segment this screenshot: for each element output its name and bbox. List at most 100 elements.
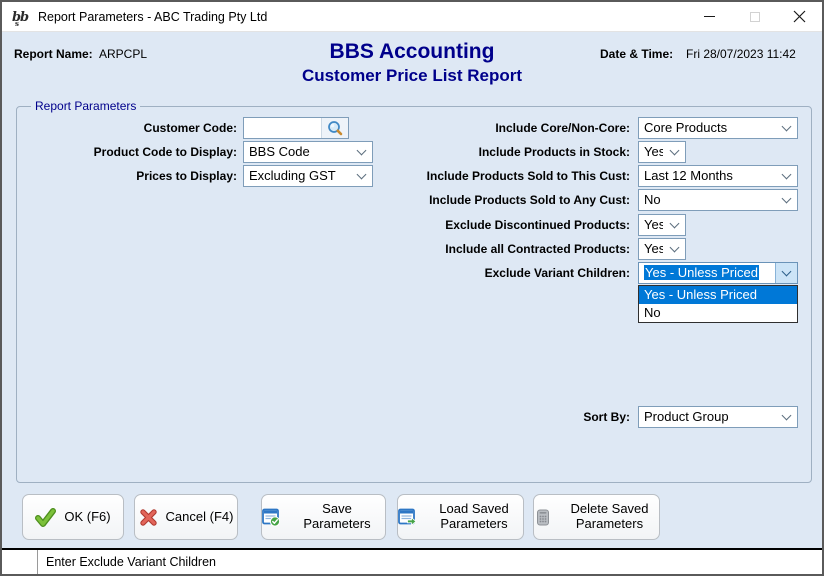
sold-this-cust-row: Include Products Sold to This Cust: Last…	[372, 165, 798, 187]
close-icon	[793, 10, 806, 23]
exclude-variant-children-row: Exclude Variant Children: Yes - Unless P…	[372, 262, 798, 284]
close-button[interactable]	[777, 2, 822, 32]
prices-select[interactable]: Excluding GST	[243, 165, 373, 187]
datetime-label: Date & Time:	[600, 47, 673, 61]
sort-by-row: Sort By: Product Group	[372, 406, 798, 428]
bbs-app-icon: b b s	[11, 7, 31, 27]
chevron-down-icon	[356, 169, 366, 179]
product-code-dropdown-button[interactable]	[350, 142, 372, 162]
svg-text:b: b	[20, 10, 29, 25]
status-message: Enter Exclude Variant Children	[38, 550, 216, 574]
sort-by-value: Product Group	[639, 407, 775, 427]
minimize-button[interactable]	[687, 2, 732, 32]
prices-row: Prices to Display: Excluding GST	[32, 165, 373, 187]
prices-label: Prices to Display:	[32, 169, 237, 183]
chevron-down-icon	[782, 266, 792, 276]
groupbox-label: Report Parameters	[31, 99, 140, 113]
sold-any-cust-value: No	[639, 190, 775, 210]
chevron-down-icon	[669, 242, 679, 252]
sold-any-cust-dropdown-button[interactable]	[775, 190, 797, 210]
exclude-variant-children-select[interactable]: Yes - Unless Priced	[638, 262, 798, 284]
red-cross-icon	[139, 508, 158, 527]
chevron-down-icon	[781, 169, 791, 179]
sort-by-dropdown-button[interactable]	[775, 407, 797, 427]
contracted-products-select[interactable]: Yes	[638, 238, 686, 260]
products-in-stock-dropdown-button[interactable]	[663, 142, 685, 162]
products-in-stock-select[interactable]: Yes	[638, 141, 686, 163]
exclude-discontinued-dropdown-button[interactable]	[663, 215, 685, 235]
chevron-down-icon	[669, 218, 679, 228]
maximize-icon	[750, 12, 760, 22]
exclude-variant-children-dropdown-list: Yes - Unless Priced No	[638, 285, 798, 323]
delete-saved-parameters-button-label: Delete Saved Parameters	[560, 502, 659, 532]
report-parameters-window: b b s Report Parameters - ABC Trading Pt…	[0, 0, 824, 576]
dropdown-option-yes-unless-priced[interactable]: Yes - Unless Priced	[639, 286, 797, 304]
ok-button-label: OK (F6)	[64, 510, 110, 525]
exclude-discontinued-row: Exclude Discontinued Products: Yes	[372, 214, 686, 236]
core-noncore-dropdown-button[interactable]	[775, 118, 797, 138]
chevron-down-icon	[356, 145, 366, 155]
product-code-row: Product Code to Display: BBS Code	[32, 141, 373, 163]
window-title: Report Parameters - ABC Trading Pty Ltd	[38, 10, 267, 24]
customer-code-field	[243, 117, 349, 139]
sold-any-cust-row: Include Products Sold to Any Cust: No	[372, 189, 798, 211]
contracted-products-label: Include all Contracted Products:	[372, 242, 630, 256]
products-in-stock-label: Include Products in Stock:	[372, 145, 630, 159]
datetime-value: Fri 28/07/2023 11:42	[686, 47, 796, 61]
core-noncore-row: Include Core/Non-Core: Core Products	[372, 117, 798, 139]
load-saved-parameters-button[interactable]: Load Saved Parameters	[397, 494, 524, 540]
product-code-label: Product Code to Display:	[32, 145, 237, 159]
exclude-variant-children-value: Yes - Unless Priced	[644, 265, 759, 280]
prices-dropdown-button[interactable]	[350, 166, 372, 186]
customer-code-input[interactable]	[244, 118, 321, 138]
exclude-discontinued-value: Yes	[639, 215, 663, 235]
svg-text:s: s	[15, 19, 19, 27]
customer-code-search-button[interactable]	[321, 118, 348, 138]
chevron-down-icon	[669, 145, 679, 155]
sold-any-cust-select[interactable]: No	[638, 189, 798, 211]
sold-this-cust-value: Last 12 Months	[639, 166, 775, 186]
save-disk-arrow-icon	[398, 508, 417, 527]
sold-this-cust-select[interactable]: Last 12 Months	[638, 165, 798, 187]
exclude-variant-children-label: Exclude Variant Children:	[372, 266, 630, 280]
save-disk-check-icon	[262, 508, 281, 527]
status-bar: Enter Exclude Variant Children	[2, 548, 822, 574]
product-code-value: BBS Code	[244, 142, 350, 162]
sort-by-label: Sort By:	[372, 410, 630, 424]
delete-saved-parameters-button[interactable]: Delete Saved Parameters	[533, 494, 660, 540]
core-noncore-select[interactable]: Core Products	[638, 117, 798, 139]
customer-code-label: Customer Code:	[32, 121, 237, 135]
load-saved-parameters-button-label: Load Saved Parameters	[425, 502, 523, 532]
maximize-button	[732, 2, 777, 32]
customer-code-row: Customer Code:	[32, 117, 349, 139]
exclude-discontinued-label: Exclude Discontinued Products:	[372, 218, 630, 232]
chevron-down-icon	[781, 410, 791, 420]
sold-this-cust-label: Include Products Sold to This Cust:	[372, 169, 630, 183]
sort-by-select[interactable]: Product Group	[638, 406, 798, 428]
products-in-stock-row: Include Products in Stock: Yes	[372, 141, 686, 163]
status-bar-cell	[2, 550, 38, 574]
ok-button[interactable]: OK (F6)	[22, 494, 124, 540]
prices-value: Excluding GST	[244, 166, 350, 186]
exclude-variant-children-dropdown-button[interactable]	[775, 263, 797, 283]
minimize-icon	[704, 16, 715, 17]
save-parameters-button-label: Save Parameters	[289, 502, 385, 532]
products-in-stock-value: Yes	[639, 142, 663, 162]
contracted-products-dropdown-button[interactable]	[663, 239, 685, 259]
exclude-discontinued-select[interactable]: Yes	[638, 214, 686, 236]
contracted-products-row: Include all Contracted Products: Yes	[372, 238, 686, 260]
contracted-products-value: Yes	[639, 239, 663, 259]
cancel-button[interactable]: Cancel (F4)	[134, 494, 238, 540]
title-bar: b b s Report Parameters - ABC Trading Pt…	[2, 2, 822, 32]
product-code-select[interactable]: BBS Code	[243, 141, 373, 163]
delete-bin-icon	[534, 508, 552, 527]
chevron-down-icon	[781, 193, 791, 203]
green-check-icon	[35, 507, 56, 528]
cancel-button-label: Cancel (F4)	[166, 510, 234, 525]
sold-this-cust-dropdown-button[interactable]	[775, 166, 797, 186]
save-parameters-button[interactable]: Save Parameters	[261, 494, 386, 540]
chevron-down-icon	[781, 121, 791, 131]
dropdown-option-no[interactable]: No	[639, 304, 797, 322]
report-title: Customer Price List Report	[2, 66, 822, 86]
sold-any-cust-label: Include Products Sold to Any Cust:	[372, 193, 630, 207]
